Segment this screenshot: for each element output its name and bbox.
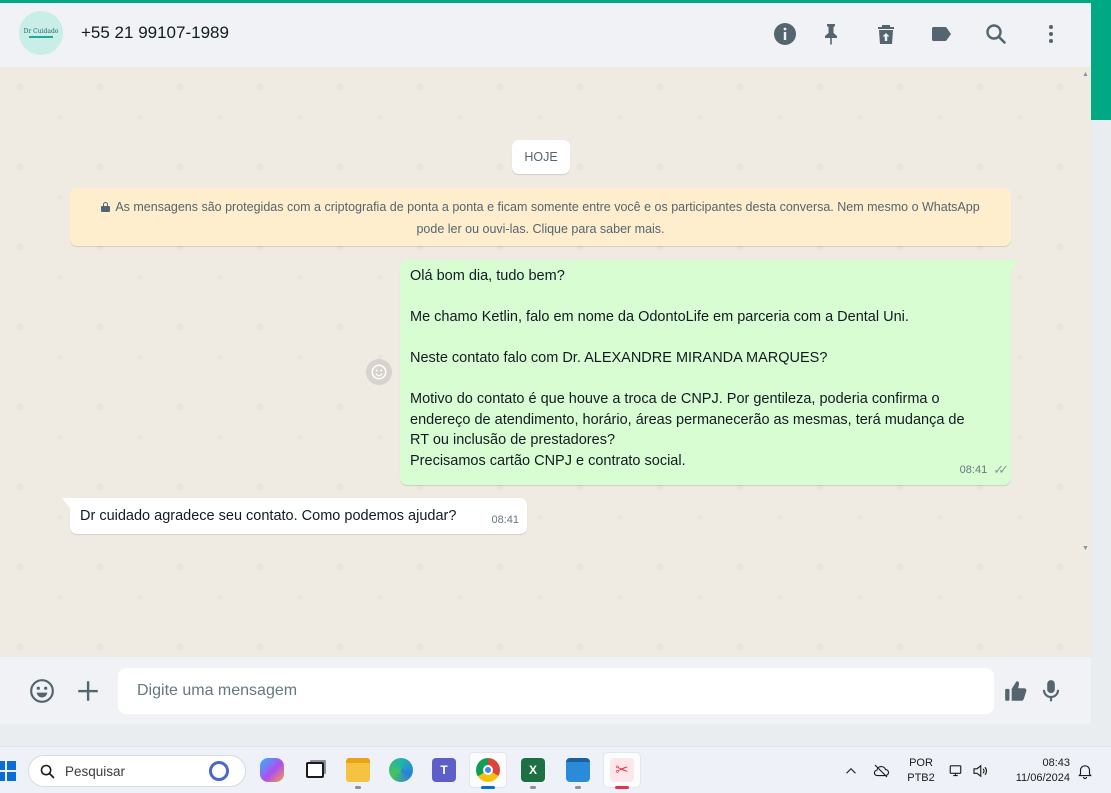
file-explorer-icon[interactable]: [340, 753, 376, 789]
clock-date: 11/06/2024: [1015, 772, 1070, 784]
message-time: 08:41: [491, 514, 519, 526]
message-line: Precisamos cartão CNPJ e contrato social…: [410, 452, 686, 469]
message-time: 08:41: [959, 463, 988, 476]
edge-icon[interactable]: [383, 753, 419, 787]
react-emoji-icon[interactable]: [366, 359, 392, 385]
volume-icon[interactable]: [971, 747, 989, 793]
search-icon[interactable]: [982, 20, 1010, 48]
attach-plus-icon[interactable]: [72, 675, 104, 707]
task-view-icon[interactable]: [297, 753, 333, 787]
message-line: Me chamo Ketlin, falo em nome da OdontoL…: [410, 309, 909, 325]
windows-start-icon[interactable]: [0, 761, 16, 781]
message-line: Motivo do contato é que houve a troca de…: [410, 391, 940, 407]
message-line: [410, 369, 1001, 390]
message-line: RT ou inclusão de prestadores?: [410, 432, 616, 448]
avatar-logo-text: Dr Cuidado: [23, 28, 59, 35]
keyboard-layout: PTB2: [907, 772, 935, 784]
microphone-icon[interactable]: [1035, 675, 1067, 707]
desktop-background: [0, 724, 1111, 746]
message-line: endereço de atendimento, horário, áreas …: [410, 411, 965, 428]
label-icon[interactable]: [927, 20, 955, 48]
notepad-icon[interactable]: [560, 753, 596, 789]
onedrive-offline-icon[interactable]: [872, 747, 890, 793]
input-language-indicator[interactable]: POR PTB2: [906, 756, 936, 786]
chrome-icon[interactable]: [470, 753, 506, 789]
message-line: [410, 328, 1001, 349]
pin-icon[interactable]: [817, 20, 845, 48]
message-line: Neste contato falo com Dr. ALEXANDRE MIR…: [410, 350, 828, 366]
search-icon: [40, 764, 55, 778]
show-hidden-icons-chevron-icon[interactable]: [842, 747, 860, 793]
incoming-message[interactable]: Dr cuidado agradece seu contato. Como po…: [62, 498, 527, 534]
chat-header: Dr Cuidado +55 21 99107-1989: [0, 3, 1091, 67]
lock-icon: [101, 202, 111, 212]
contact-avatar[interactable]: Dr Cuidado: [19, 11, 63, 55]
message-composer: [0, 657, 1091, 724]
delete-chat-icon[interactable]: [872, 20, 900, 48]
taskbar-search[interactable]: Pesquisar: [28, 755, 246, 787]
search-highlight-icon: [209, 761, 229, 781]
message-meta: 08:41 ✓✓: [959, 460, 1009, 481]
contact-name[interactable]: +55 21 99107-1989: [81, 23, 229, 43]
read-receipt-icon: ✓✓: [993, 461, 1009, 477]
outgoing-message[interactable]: Olá bom dia, tudo bem? Me chamo Ketlin, …: [400, 260, 1019, 485]
taskbar-clock[interactable]: 08:43 11/06/2024: [1000, 756, 1070, 786]
encryption-notice-text: As mensagens são protegidas com a cripto…: [115, 200, 980, 236]
scroll-up-arrow-icon[interactable]: ▲: [1082, 71, 1089, 78]
snipping-tool-icon[interactable]: ✂: [604, 753, 640, 789]
message-input[interactable]: [118, 668, 994, 714]
copilot-icon[interactable]: [254, 753, 290, 787]
teams-icon[interactable]: T: [426, 753, 462, 787]
notifications-bell-icon[interactable]: [1076, 747, 1094, 793]
message-line: Olá bom dia, tudo bem?: [410, 268, 565, 284]
network-icon[interactable]: [948, 747, 966, 793]
chat-area[interactable]: ▲ ▼ HOJE As mensagens são protegidas com…: [0, 67, 1091, 657]
date-divider: HOJE: [512, 140, 570, 174]
menu-icon[interactable]: [1037, 20, 1065, 48]
clock-time: 08:43: [1042, 757, 1070, 769]
thumbs-up-icon[interactable]: [1000, 675, 1032, 707]
bubble-tail: [62, 498, 70, 508]
background-gray-strip: [1091, 120, 1111, 746]
excel-icon[interactable]: X: [515, 753, 551, 789]
scroll-down-arrow-icon[interactable]: ▼: [1082, 545, 1089, 552]
avatar-logo-underline: [29, 36, 53, 38]
windows-taskbar: Pesquisar T X ✂ POR PTB2 08:43 11/06/202…: [0, 746, 1111, 793]
info-icon[interactable]: [771, 20, 799, 48]
encryption-notice[interactable]: As mensagens são protegidas com a cripto…: [70, 188, 1011, 246]
message-line: [410, 287, 1001, 308]
message-text: Dr cuidado agradece seu contato. Como po…: [80, 508, 457, 524]
background-accent-strip: [1091, 0, 1111, 120]
taskbar-search-label: Pesquisar: [65, 763, 126, 779]
bubble-tail: [1011, 260, 1019, 270]
language-code: POR: [909, 757, 933, 769]
emoji-icon[interactable]: [26, 675, 58, 707]
